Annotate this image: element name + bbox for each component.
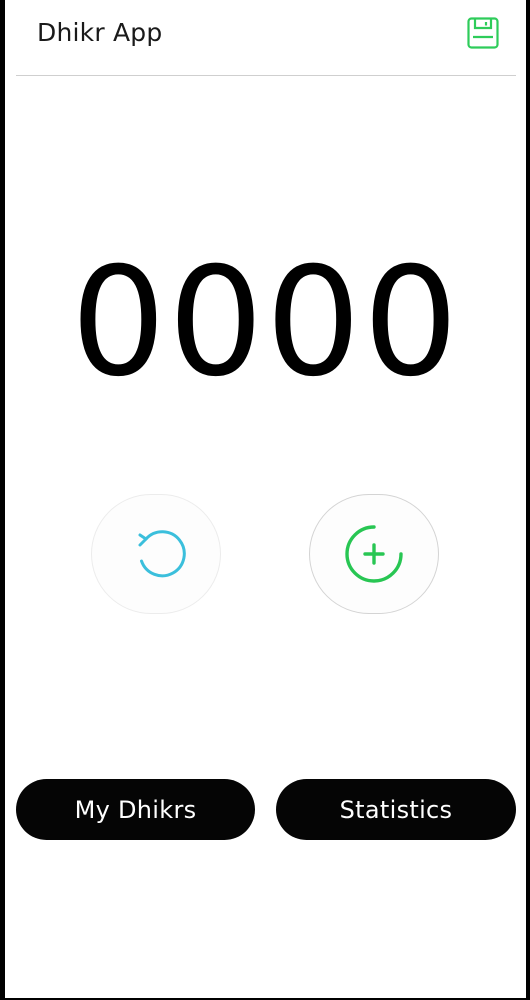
plus-circle-icon	[345, 525, 403, 583]
statistics-label: Statistics	[339, 795, 453, 824]
increment-button[interactable]	[309, 494, 439, 614]
my-dhikrs-button[interactable]: My Dhikrs	[16, 779, 255, 840]
my-dhikrs-label: My Dhikrs	[74, 795, 197, 824]
reset-button[interactable]	[91, 494, 221, 614]
app-header: Dhikr App	[5, 0, 526, 76]
header-divider	[16, 75, 516, 76]
save-button[interactable]	[466, 16, 500, 50]
page-title: Dhikr App	[37, 18, 163, 47]
reset-rotate-icon	[138, 530, 186, 578]
app-screen: Dhikr App 0000 My Dhikrs Statistics	[5, 0, 526, 998]
floppy-disk-icon	[467, 17, 499, 49]
statistics-button[interactable]: Statistics	[276, 779, 516, 840]
dhikr-counter: 0000	[70, 236, 461, 410]
